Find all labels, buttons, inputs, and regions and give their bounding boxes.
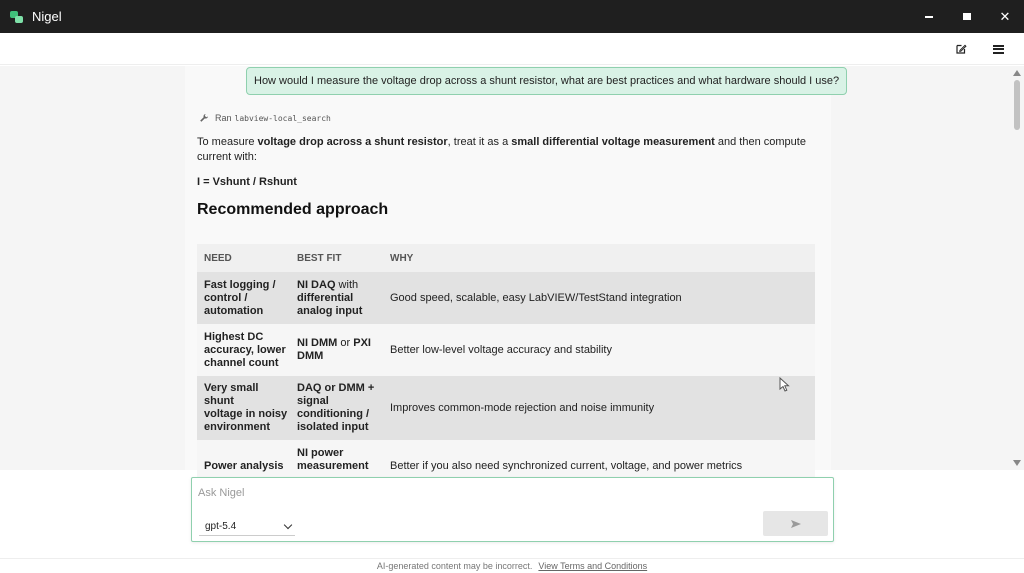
recommendation-table: NEED BEST FIT WHY Fast logging / control…: [197, 244, 815, 480]
ai-disclaimer: AI-generated content may be incorrect.: [376, 561, 533, 571]
column-header-why: WHY: [390, 252, 414, 264]
cell-need: Power analysis: [204, 460, 284, 472]
current-formula: I = Vshunt / Rshunt: [197, 176, 297, 188]
new-chat-button[interactable]: [953, 41, 969, 57]
send-button[interactable]: [763, 511, 828, 536]
model-select[interactable]: gpt-5.4: [199, 518, 295, 536]
minimize-button[interactable]: [910, 0, 948, 33]
menu-button[interactable]: [990, 41, 1006, 57]
cell-why: Better if you also need synchronized cur…: [390, 460, 743, 472]
answer-intro: To measure voltage drop across a shunt r…: [197, 135, 807, 165]
intro-bold-2: small differential voltage measurement: [511, 136, 715, 148]
section-heading: Recommended approach: [197, 201, 389, 218]
scrollbar[interactable]: [1010, 66, 1024, 470]
cell-need: Fast logging / control / automation: [204, 278, 276, 317]
chevron-down-icon: [283, 520, 293, 530]
app-logo-icon: [10, 10, 24, 24]
maximize-button[interactable]: [948, 0, 986, 33]
close-button[interactable]: ✕: [986, 0, 1024, 33]
title-bar: Nigel ✕: [0, 0, 1024, 33]
mouse-cursor-icon: [779, 377, 790, 392]
minimize-icon: [925, 15, 933, 18]
table-header: NEED BEST FIT WHY: [197, 244, 815, 272]
tool-call-name: labview-local_search: [234, 113, 331, 123]
cell-why: Improves common-mode rejection and noise…: [390, 402, 655, 414]
maximize-icon: [963, 13, 971, 20]
hamburger-menu-icon: [992, 44, 1004, 54]
column-header-need: NEED: [204, 252, 232, 264]
top-toolbar: [0, 33, 1024, 65]
cell-best-fit: DAQ or DMM + signal conditioning / isola…: [297, 382, 375, 433]
tool-call-prefix: Ran: [215, 113, 232, 123]
ask-input[interactable]: [198, 484, 758, 502]
cell-need: Highest DC accuracy, lower channel count: [204, 330, 286, 369]
intro-bold-1: voltage drop across a shunt resistor: [257, 136, 448, 148]
table-row: Highest DC accuracy, lower channel count…: [197, 324, 815, 376]
intro-text-2: , treat it as a: [447, 136, 512, 148]
table-row: Power analysis NI power measurement Bett…: [197, 440, 815, 480]
table-row: Very small shunt voltage in noisy enviro…: [197, 376, 815, 440]
send-icon: [790, 519, 801, 528]
wrench-icon: [200, 114, 208, 122]
scroll-up-arrow-icon[interactable]: [1013, 70, 1021, 76]
composer: gpt-5.4: [191, 477, 834, 542]
cell-best-fit: NI power measurement: [297, 447, 369, 472]
window-controls: ✕: [910, 0, 1024, 33]
cell-why: Better low-level voltage accuracy and st…: [390, 344, 612, 356]
model-select-value: gpt-5.4: [205, 521, 237, 532]
app-title: Nigel: [32, 9, 62, 24]
intro-text-1: To measure: [197, 136, 258, 148]
scroll-down-arrow-icon[interactable]: [1013, 460, 1021, 466]
tool-call-indicator: Ran labview-local_search: [199, 113, 331, 123]
user-message-bubble: How would I measure the voltage drop acr…: [246, 67, 848, 95]
cell-why: Good speed, scalable, easy LabVIEW/TestS…: [390, 292, 682, 304]
terms-link[interactable]: View Terms and Conditions: [538, 561, 647, 571]
footer: AI-generated content may be incorrect. V…: [0, 558, 1024, 573]
column-header-best-fit: BEST FIT: [297, 252, 342, 264]
cell-need: Very small shunt voltage in noisy enviro…: [204, 382, 288, 433]
cell-best-fit: NI DMM or PXI DMM: [297, 337, 371, 362]
table-row: Fast logging / control / automation NI D…: [197, 272, 815, 324]
edit-icon: [956, 44, 967, 54]
scroll-thumb[interactable]: [1014, 80, 1020, 130]
close-icon: ✕: [999, 8, 1011, 24]
cell-best-fit: NI DAQ with differential analog input: [297, 278, 363, 317]
